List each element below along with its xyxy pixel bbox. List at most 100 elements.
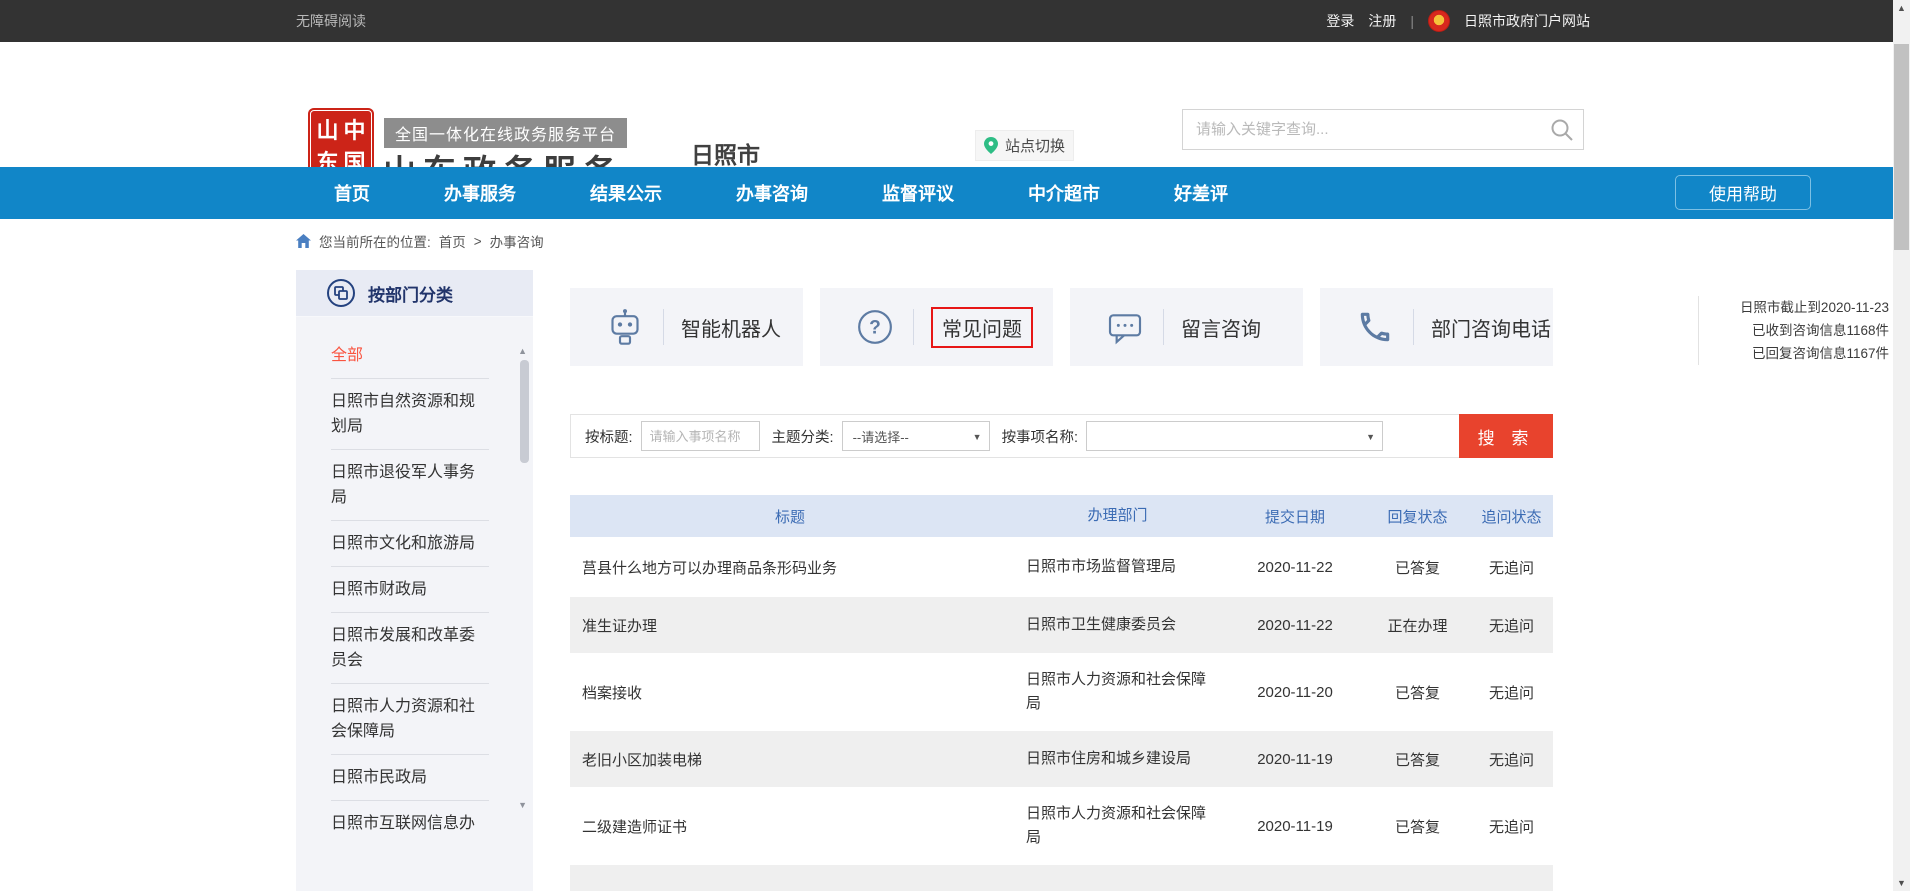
portal-link[interactable]: 日照市政府门户网站 bbox=[1464, 11, 1590, 31]
help-button[interactable]: 使用帮助 bbox=[1675, 175, 1811, 210]
nav-item-home[interactable]: 首页 bbox=[334, 180, 370, 206]
col-header-date: 提交日期 bbox=[1225, 506, 1365, 527]
sidebar-header: 按部门分类 bbox=[296, 270, 533, 317]
tab-label: 留言咨询 bbox=[1181, 313, 1261, 342]
row-title-link[interactable]: 老旧小区加装电梯 bbox=[570, 749, 1010, 770]
row-title-link[interactable]: 档案接收 bbox=[570, 682, 1010, 703]
tab-smart-robot[interactable]: 智能机器人 bbox=[570, 288, 803, 366]
nav-item-evaluation[interactable]: 好差评 bbox=[1174, 180, 1228, 206]
department-category-icon bbox=[326, 278, 356, 308]
row-reply-status: 已答复 bbox=[1365, 682, 1470, 703]
row-department: 日照市人力资源和社会保障局 bbox=[1010, 802, 1225, 850]
sidebar-item[interactable]: 日照市自然资源和规划局 bbox=[331, 379, 489, 450]
sidebar-item[interactable]: 日照市财政局 bbox=[331, 567, 489, 613]
breadcrumb-home[interactable]: 首页 bbox=[439, 231, 466, 251]
tab-divider bbox=[1163, 309, 1164, 345]
tab-faq[interactable]: ? 常见问题 bbox=[820, 288, 1053, 366]
national-emblem-icon: ★ bbox=[1428, 10, 1450, 32]
chevron-down-icon: ▼ bbox=[1366, 432, 1375, 442]
tab-divider bbox=[1413, 309, 1414, 345]
breadcrumb-prefix: 您当前所在的位置: bbox=[319, 231, 431, 251]
row-department: 日照市卫生健康委员会 bbox=[1010, 613, 1225, 637]
item-name-select[interactable]: ▼ bbox=[1086, 421, 1383, 451]
col-header-followup-status: 追问状态 bbox=[1470, 506, 1553, 527]
question-icon: ? bbox=[854, 306, 896, 348]
table-row: 档案接收 日照市人力资源和社会保障局 2020-11-20 已答复 无追问 bbox=[570, 653, 1553, 731]
login-link[interactable]: 登录 bbox=[1326, 11, 1354, 31]
sidebar-item-all[interactable]: 全部 bbox=[331, 333, 489, 379]
header: 山 中 东 国 全国一体化在线政务服务平台 山东政务服务 日照市 站点切换 全部… bbox=[0, 42, 1893, 167]
site-switch-button[interactable]: 站点切换 bbox=[975, 130, 1074, 161]
category-select[interactable]: --请选择-- ▼ bbox=[842, 421, 990, 451]
nav-item-results[interactable]: 结果公示 bbox=[590, 180, 662, 206]
city-name: 日照市 bbox=[691, 136, 760, 170]
seal-char: 中 bbox=[341, 113, 368, 145]
table-row: 莒县什么地方可以办理商品条形码业务 日照市市场监督管理局 2020-11-22 … bbox=[570, 537, 1553, 597]
chevron-down-icon: ▼ bbox=[973, 432, 982, 442]
row-date: 2020-11-22 bbox=[1225, 617, 1365, 634]
row-reply-status: 已答复 bbox=[1365, 557, 1470, 578]
scrollbar-up-icon[interactable]: ▲ bbox=[1893, 3, 1910, 13]
row-title-link[interactable]: 二级建造师证书 bbox=[570, 816, 1010, 837]
search-button[interactable]: 搜 索 bbox=[1459, 414, 1553, 458]
table-header: 标题 办理部门 提交日期 回复状态 追问状态 bbox=[570, 495, 1553, 537]
nav-items: 首页 办事服务 结果公示 办事咨询 监督评议 中介超市 好差评 bbox=[334, 167, 1228, 219]
tab-label: 智能机器人 bbox=[681, 313, 781, 342]
search-input[interactable] bbox=[1183, 110, 1583, 149]
nav-item-supervision[interactable]: 监督评议 bbox=[882, 180, 954, 206]
sidebar-item[interactable]: 日照市人力资源和社会保障局 bbox=[331, 684, 489, 755]
sidebar-item[interactable]: 日照市民政局 bbox=[331, 755, 489, 801]
filter-title-label: 按标题: bbox=[585, 426, 633, 447]
table-row: 二级建造师证书 日照市人力资源和社会保障局 2020-11-19 已答复 无追问 bbox=[570, 787, 1553, 865]
nav-item-consultation[interactable]: 办事咨询 bbox=[736, 180, 808, 206]
table-row: 老旧小区加装电梯 日照市住房和城乡建设局 2020-11-19 已答复 无追问 bbox=[570, 731, 1553, 787]
row-title-link[interactable]: 准生证办理 bbox=[570, 615, 1010, 636]
tab-divider bbox=[913, 309, 914, 345]
row-department: 日照市住房和城乡建设局 bbox=[1010, 747, 1225, 771]
row-date: 2020-11-19 bbox=[1225, 751, 1365, 768]
phone-icon bbox=[1354, 306, 1396, 348]
nav-item-intermediary[interactable]: 中介超市 bbox=[1028, 180, 1100, 206]
row-reply-status: 已答复 bbox=[1365, 749, 1470, 770]
sidebar-list: 全部 日照市自然资源和规划局 日照市退役军人事务局 日照市文化和旅游局 日照市财… bbox=[296, 317, 533, 846]
scrollbar-thumb[interactable] bbox=[1894, 44, 1909, 250]
nav-item-services[interactable]: 办事服务 bbox=[444, 180, 516, 206]
sidebar-scrollbar-thumb[interactable] bbox=[520, 360, 529, 463]
sidebar-item[interactable]: 日照市发展和改革委员会 bbox=[331, 613, 489, 684]
table-row: 准生证办理 日照市卫生健康委员会 2020-11-22 正在办理 无追问 bbox=[570, 597, 1553, 653]
sidebar-scroll-down-icon[interactable]: ▼ bbox=[518, 800, 527, 810]
stats-deadline: 日照市截止到2020-11-23 bbox=[1707, 296, 1889, 319]
sidebar-item[interactable]: 日照市文化和旅游局 bbox=[331, 521, 489, 567]
home-icon bbox=[296, 234, 311, 248]
search-icon[interactable] bbox=[1549, 117, 1575, 143]
tab-label: 部门咨询电话 bbox=[1431, 313, 1551, 342]
sidebar-item[interactable]: 日照市退役军人事务局 bbox=[331, 450, 489, 521]
row-followup-status: 无追问 bbox=[1470, 749, 1553, 770]
sidebar-scroll-up-icon[interactable]: ▲ bbox=[518, 346, 527, 356]
sidebar-item[interactable]: 日照市互联网信息办 bbox=[331, 801, 489, 846]
col-header-title: 标题 bbox=[570, 506, 1010, 527]
topbar: 无障碍阅读 登录 注册 | ★ 日照市政府门户网站 bbox=[0, 0, 1893, 42]
breadcrumb-current[interactable]: 办事咨询 bbox=[490, 231, 544, 251]
site-switch-label: 站点切换 bbox=[1005, 135, 1065, 156]
row-date: 2020-11-22 bbox=[1225, 559, 1365, 576]
row-followup-status: 无追问 bbox=[1470, 557, 1553, 578]
topbar-divider: | bbox=[1410, 13, 1414, 29]
row-department: 日照市人力资源和社会保障局 bbox=[1010, 668, 1225, 716]
col-header-reply-status: 回复状态 bbox=[1365, 506, 1470, 527]
department-sidebar: 按部门分类 全部 日照市自然资源和规划局 日照市退役军人事务局 日照市文化和旅游… bbox=[296, 270, 533, 891]
consultation-table: 标题 办理部门 提交日期 回复状态 追问状态 莒县什么地方可以办理商品条形码业务… bbox=[570, 495, 1553, 891]
tab-phone-consult[interactable]: 部门咨询电话 bbox=[1320, 288, 1553, 366]
row-title-link[interactable]: 莒县什么地方可以办理商品条形码业务 bbox=[570, 557, 1010, 578]
scrollbar-down-icon[interactable]: ▼ bbox=[1893, 878, 1910, 888]
browser-scrollbar[interactable]: ▲ ▼ bbox=[1893, 0, 1910, 891]
register-link[interactable]: 注册 bbox=[1368, 11, 1396, 31]
row-date: 2020-11-20 bbox=[1225, 684, 1365, 701]
tab-message-consult[interactable]: 留言咨询 bbox=[1070, 288, 1303, 366]
breadcrumb-separator: > bbox=[474, 234, 482, 249]
accessibility-link[interactable]: 无障碍阅读 bbox=[296, 0, 366, 42]
filter-title-input[interactable] bbox=[641, 421, 760, 451]
filter-category-label: 主题分类: bbox=[772, 426, 834, 447]
stats-replied: 已回复咨询信息1167件 bbox=[1707, 342, 1889, 365]
row-followup-status: 无追问 bbox=[1470, 615, 1553, 636]
